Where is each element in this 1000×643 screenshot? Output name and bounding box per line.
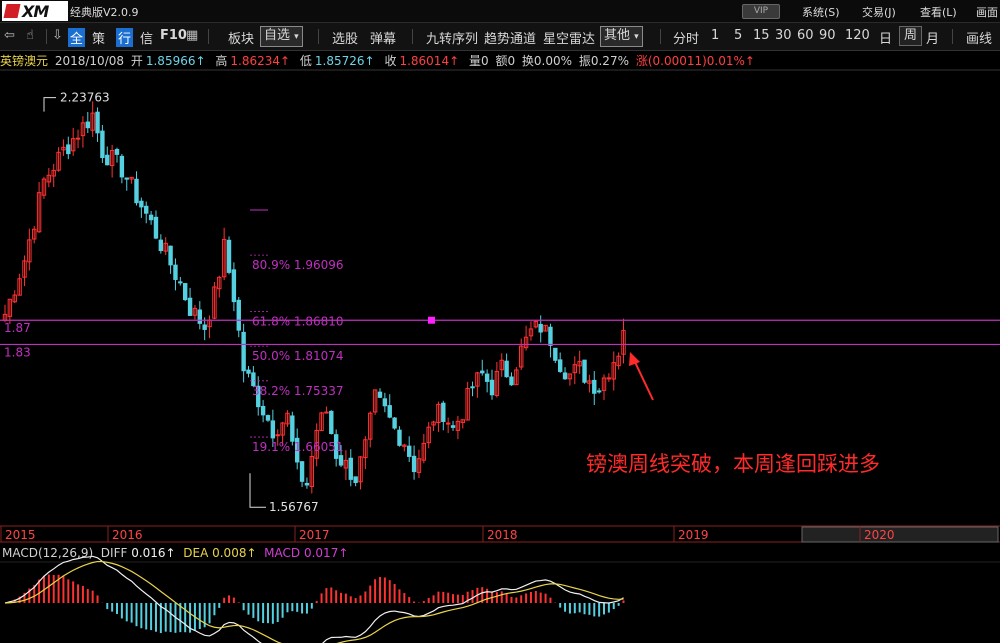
candle-body (441, 402, 446, 422)
arrow-head-icon (629, 352, 640, 366)
candle-body (144, 205, 149, 214)
candle-body (538, 323, 543, 333)
resistance-label: 1.83 (4, 345, 31, 359)
candle-body (324, 411, 329, 414)
candle-body (557, 359, 563, 372)
year-label: 2019 (678, 528, 709, 542)
annotation-arrow (633, 359, 654, 401)
candle-body (158, 239, 164, 252)
candle-body (382, 398, 388, 407)
candle-body (450, 425, 456, 428)
candle-body (348, 457, 353, 480)
candle-body (592, 379, 597, 394)
macd-value: 0.017↑ (303, 546, 349, 560)
candle-body (548, 326, 553, 346)
macd-info-line: MACD(12,26,9) DIFF 0.016↑ DEA 0.008↑ MAC… (2, 546, 349, 560)
candle-body (85, 121, 90, 129)
candle-body (231, 269, 237, 303)
candle-body (338, 455, 344, 466)
candle-body (397, 429, 402, 446)
candle-body (241, 331, 246, 372)
candle-body (411, 455, 417, 473)
candle-body (270, 420, 276, 439)
fib-label: 61.8% 1.86810 (252, 314, 344, 328)
candle-body (582, 359, 587, 383)
macd-dea: 0.008↑ (212, 546, 257, 560)
resistance-label: 1.87 (4, 321, 31, 335)
candle-body (197, 309, 203, 324)
scroll-thumb (801, 526, 999, 543)
candle-body (95, 111, 100, 134)
min-price-label: 1.56767 (269, 500, 319, 514)
candle-body (377, 391, 383, 398)
candle-body (562, 372, 568, 380)
candle-body (484, 373, 490, 382)
candle-body (509, 376, 514, 386)
candle-body (119, 155, 125, 178)
year-label: 2018 (487, 528, 518, 542)
max-marker (43, 97, 56, 112)
min-marker (249, 473, 266, 508)
candle-body (387, 405, 392, 418)
candle-body (66, 144, 71, 155)
candle-body (134, 178, 139, 204)
candle-body (148, 214, 154, 221)
candle-body (392, 417, 397, 429)
candle-body (445, 422, 451, 425)
year-label: 2017 (299, 528, 330, 542)
line-anchor-handle (428, 316, 435, 324)
candle-body (290, 415, 295, 442)
candle-body (596, 390, 602, 393)
candle-body (202, 324, 207, 330)
candle-body (480, 370, 485, 374)
fib-label: 80.9% 1.96096 (252, 258, 344, 272)
candle-body (100, 130, 105, 159)
candle-body (407, 445, 412, 457)
candle-body (304, 482, 310, 486)
candle-body (153, 216, 159, 239)
candle-body (504, 360, 509, 378)
candle-body (236, 299, 241, 331)
candle-body (187, 297, 193, 316)
candle-body (75, 137, 81, 140)
year-label: 2016 (112, 528, 143, 542)
candle-body (173, 264, 178, 280)
candle-body (299, 461, 305, 482)
candle-body (470, 386, 475, 389)
fib-label: 50.0% 1.81074 (252, 349, 344, 363)
max-price-label: 2.23763 (60, 91, 110, 105)
candle-body (226, 239, 232, 273)
candle-body (265, 415, 271, 421)
year-label: 2020 (864, 528, 895, 542)
candle-body (105, 154, 110, 166)
candle-body (260, 405, 266, 416)
candle-body (329, 410, 334, 435)
year-label: 2015 (5, 528, 36, 542)
candle-body (489, 379, 495, 396)
candle-body (246, 369, 251, 374)
candle-body (275, 434, 280, 437)
candle-body (178, 281, 183, 284)
candle-body (124, 177, 129, 180)
candle-body (168, 245, 173, 266)
candle-body (114, 149, 120, 155)
candle-body (139, 200, 144, 208)
chart-annotation: 镑澳周线突破，本周逢回踩进多 (586, 452, 880, 476)
candle-body (353, 476, 358, 483)
macd-params: MACD(12,26,9) (2, 546, 94, 560)
macd-diff: 0.016↑ (131, 546, 176, 560)
fib-label: 38.2% 1.75337 (252, 384, 344, 398)
fib-label: 19.1% 1.66051 (252, 440, 344, 454)
candle-body (553, 347, 558, 361)
candle-body (182, 283, 188, 301)
